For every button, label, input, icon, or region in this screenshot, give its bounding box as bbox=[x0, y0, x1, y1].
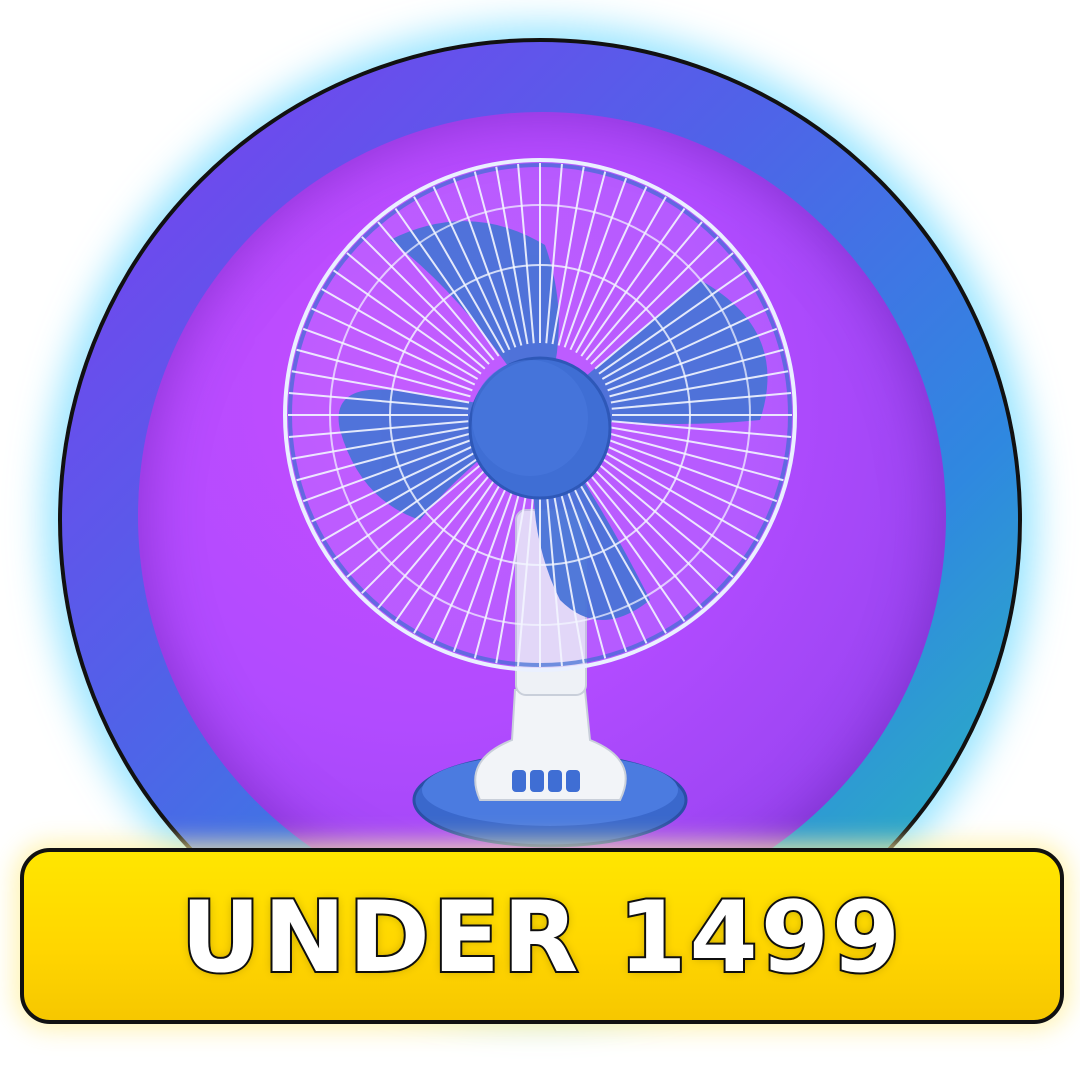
price-banner: UNDER 1499 bbox=[20, 848, 1064, 1024]
price-label: UNDER 1499 bbox=[179, 879, 904, 997]
promo-graphic: UNDER 1499 bbox=[0, 0, 1080, 1080]
